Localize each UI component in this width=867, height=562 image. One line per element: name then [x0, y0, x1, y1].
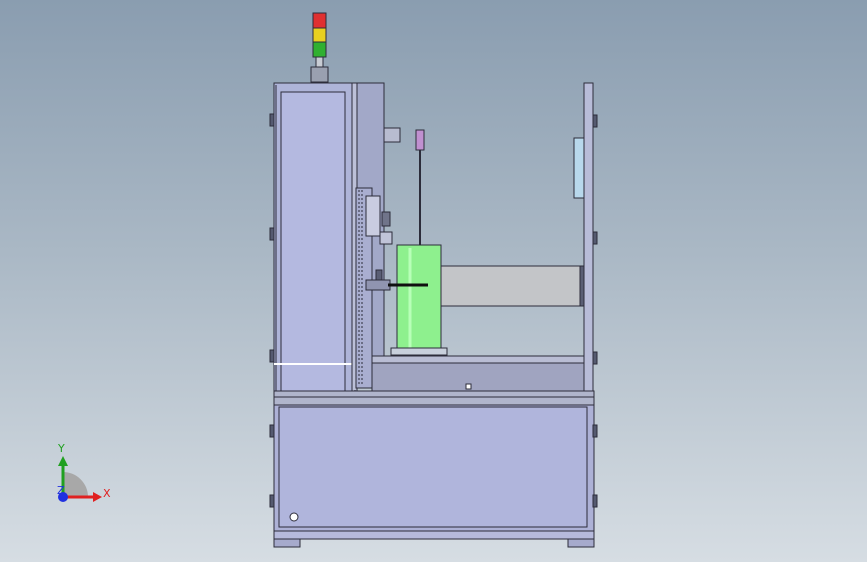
divider-band	[273, 390, 595, 406]
hinge-icon	[269, 113, 275, 127]
triad-plane	[63, 472, 88, 497]
beacon-green-light	[312, 41, 327, 58]
hinge-icon	[592, 231, 598, 245]
work-table	[371, 355, 585, 392]
hinge-icon	[269, 227, 275, 241]
triad-x-label: X	[103, 487, 111, 500]
hinge-icon	[592, 351, 598, 365]
hinge-icon	[592, 494, 598, 508]
hinge-icon	[269, 349, 275, 363]
hinge-icon	[592, 114, 598, 128]
green-cylinder	[390, 244, 448, 356]
lower-cabinet	[269, 404, 598, 532]
hinge-icon	[269, 494, 275, 508]
signal-beacon	[310, 12, 329, 83]
beacon-pole	[315, 56, 324, 68]
hinge-icon	[269, 424, 275, 438]
right-frame	[573, 82, 598, 397]
beacon-yellow-light	[312, 27, 327, 43]
machine-drawing	[58, 12, 598, 548]
triad-z-label: Z	[57, 484, 65, 497]
hinge-icon	[592, 424, 598, 438]
beacon-base	[310, 66, 329, 83]
cad-viewport[interactable]: Y X Z	[0, 0, 867, 562]
beacon-red-light	[312, 12, 327, 29]
triad-y-label: Y	[58, 442, 65, 455]
lock-icon	[289, 512, 299, 522]
base-plinth	[273, 530, 595, 548]
left-cabinet	[269, 82, 353, 398]
horizontal-beam	[440, 265, 586, 307]
sensor-window	[573, 137, 585, 199]
